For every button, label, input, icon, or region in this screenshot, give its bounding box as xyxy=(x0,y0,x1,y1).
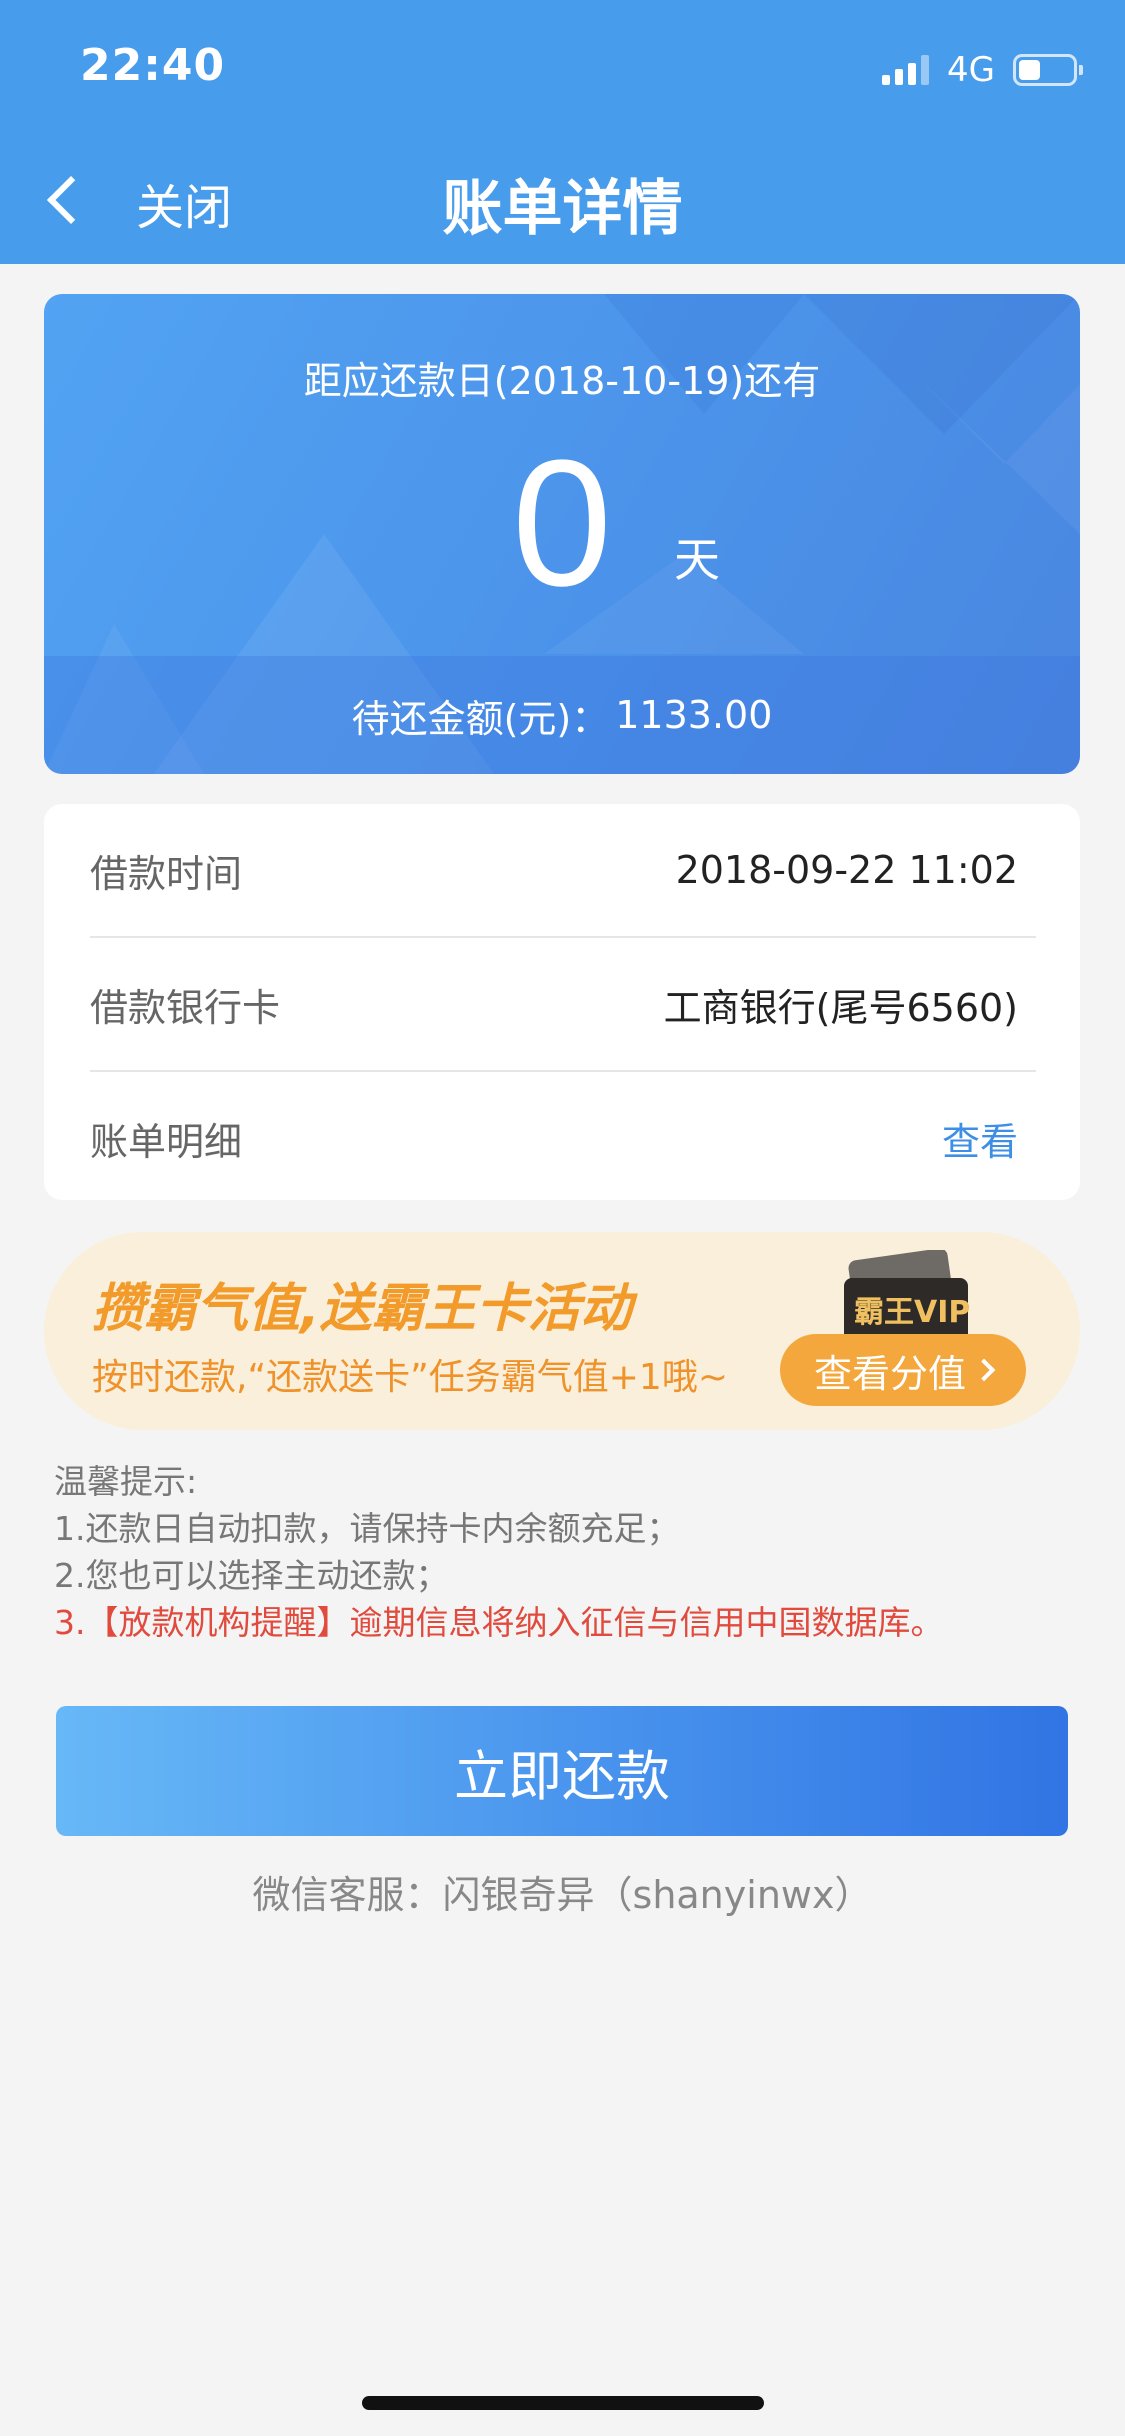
view-points-button[interactable]: 查看分值 xyxy=(780,1334,1026,1406)
promo-banner[interactable]: 攒霸气值,送霸王卡活动 按时还款,“还款送卡”任务霸气值+1哦~ 霸王VIP 查… xyxy=(44,1232,1080,1430)
view-points-label: 查看分值 xyxy=(813,1351,966,1396)
days-unit: 天 xyxy=(674,533,720,587)
detail-label: 借款银行卡 xyxy=(90,985,281,1030)
status-indicators: 4G xyxy=(882,48,1083,92)
amount-label: 待还金额(元)： xyxy=(351,696,610,741)
status-time: 22:40 xyxy=(80,40,226,91)
repay-now-button[interactable]: 立即还款 xyxy=(56,1706,1068,1836)
customer-service-text: 微信客服：闪银奇异（shanyinwx） xyxy=(252,1873,873,1917)
battery-icon xyxy=(1013,54,1083,86)
vip-card-badge: 霸王VIP xyxy=(854,1295,970,1330)
chevron-right-icon xyxy=(972,1358,996,1382)
days-value: 0 xyxy=(511,423,613,624)
tips-heading: 温馨提示: xyxy=(54,1462,198,1501)
tip-item: 2.您也可以选择主动还款； xyxy=(54,1556,449,1595)
detail-row-bank-card: 借款银行卡 工商银行(尾号6560) xyxy=(90,938,1018,1070)
amount-value: 1133.00 xyxy=(615,693,773,737)
view-bill-details-link[interactable]: 查看 xyxy=(942,1111,1018,1166)
detail-label: 账单明细 xyxy=(90,1119,243,1164)
tip-item: 1.还款日自动扣款，请保持卡内余额充足； xyxy=(54,1509,680,1548)
signal-strength-icon xyxy=(882,55,930,85)
network-type: 4G xyxy=(947,50,995,90)
detail-label: 借款时间 xyxy=(90,851,243,896)
repayment-summary-card: 距应还款日(2018-10-19)还有 0 天 待还金额(元)： 1133.00 xyxy=(44,294,1080,774)
promo-title: 攒霸气值,送霸王卡活动 xyxy=(92,1279,632,1339)
detail-row-bill-breakdown[interactable]: 账单明细 查看 xyxy=(90,1072,1018,1204)
tip-item-warning: 3.【放款机构提醒】逾期信息将纳入征信与信用中国数据库。 xyxy=(54,1603,944,1642)
top-header: 22:40 4G 关闭 账单详情 xyxy=(0,0,1125,264)
battery-level xyxy=(1019,60,1040,80)
days-remaining: 0 天 xyxy=(44,434,1080,614)
home-indicator xyxy=(362,2396,764,2410)
detail-value: 工商银行(尾号6560) xyxy=(663,985,1018,1030)
loan-details-card: 借款时间 2018-09-22 11:02 借款银行卡 工商银行(尾号6560)… xyxy=(44,804,1080,1200)
page-title: 账单详情 xyxy=(442,174,683,244)
tips-section: 温馨提示: 1.还款日自动扣款，请保持卡内余额充足； 2.您也可以选择主动还款；… xyxy=(54,1458,944,1646)
due-date-text: 距应还款日(2018-10-19)还有 xyxy=(303,359,821,403)
detail-value: 2018-09-22 11:02 xyxy=(675,848,1018,892)
promo-subtitle: 按时还款,“还款送卡”任务霸气值+1哦~ xyxy=(92,1357,728,1398)
detail-row-loan-time: 借款时间 2018-09-22 11:02 xyxy=(90,804,1018,936)
amount-due-bar: 待还金额(元)： 1133.00 xyxy=(44,656,1080,774)
